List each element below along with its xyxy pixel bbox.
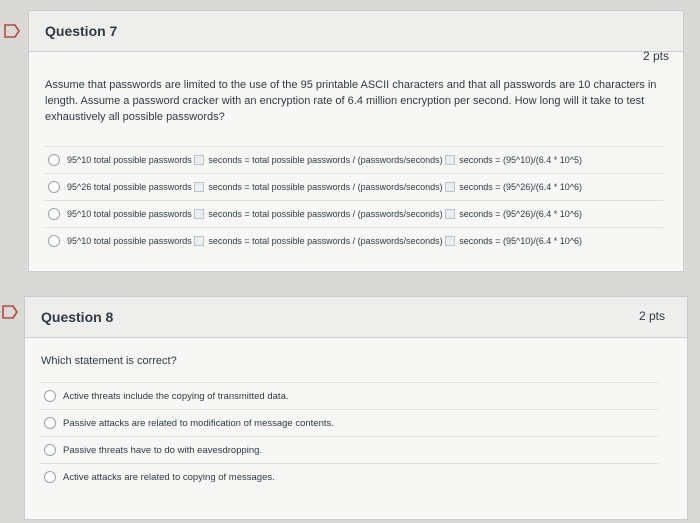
answer-text: 95^10 total possible passwords seconds =… xyxy=(67,154,582,166)
radio-button[interactable] xyxy=(48,181,60,193)
question-8-header: Question 8 2 pts xyxy=(25,297,687,338)
answer-option[interactable]: Passive threats have to do with eavesdro… xyxy=(39,436,659,463)
question-7-text: Assume that passwords are limited to the… xyxy=(45,79,657,123)
question-7-points: 2 pts xyxy=(642,49,669,63)
separator-icon xyxy=(193,236,204,247)
answer-text: Active attacks are related to copying of… xyxy=(63,471,275,483)
radio-button[interactable] xyxy=(48,235,60,247)
answer-option[interactable]: 95^10 total possible passwords seconds =… xyxy=(43,146,663,173)
question-8: Question 8 2 pts Which statement is corr… xyxy=(24,296,688,520)
separator-icon xyxy=(444,155,455,166)
radio-button[interactable] xyxy=(44,417,56,429)
answer-text: Active threats include the copying of tr… xyxy=(63,390,289,402)
flag-question-8-icon[interactable] xyxy=(2,305,20,319)
separator-icon xyxy=(444,182,455,193)
question-8-title: Question 8 xyxy=(41,309,114,325)
radio-button[interactable] xyxy=(48,154,60,166)
answer-option[interactable]: Active attacks are related to copying of… xyxy=(39,463,659,490)
radio-button[interactable] xyxy=(44,444,56,456)
question-8-text: Which statement is correct? xyxy=(41,355,177,367)
flag-question-7-icon[interactable] xyxy=(4,24,22,38)
question-7: Question 7 2 pts Assume that passwords a… xyxy=(28,10,684,272)
radio-button[interactable] xyxy=(44,471,56,483)
answer-text: Passive attacks are related to modificat… xyxy=(63,417,334,429)
separator-icon xyxy=(444,209,455,220)
radio-button[interactable] xyxy=(44,390,56,402)
answer-text: 95^10 total possible passwords seconds =… xyxy=(67,235,582,247)
answer-option[interactable]: 95^10 total possible passwords seconds =… xyxy=(43,200,663,227)
question-8-points: 2 pts xyxy=(638,309,665,323)
answer-text: 95^10 total possible passwords seconds =… xyxy=(67,208,582,220)
question-7-title: Question 7 xyxy=(45,23,118,39)
separator-icon xyxy=(193,182,204,193)
question-8-answers: Active threats include the copying of tr… xyxy=(39,382,659,490)
answer-option[interactable]: 95^10 total possible passwords seconds =… xyxy=(43,227,663,254)
separator-icon xyxy=(193,209,204,220)
radio-button[interactable] xyxy=(48,208,60,220)
separator-icon xyxy=(193,155,204,166)
answer-option[interactable]: 95^26 total possible passwords seconds =… xyxy=(43,173,663,200)
separator-icon xyxy=(444,236,455,247)
answer-text: 95^26 total possible passwords seconds =… xyxy=(67,181,582,193)
question-7-answers: 95^10 total possible passwords seconds =… xyxy=(43,146,663,254)
question-7-header: Question 7 xyxy=(29,11,683,52)
answer-text: Passive threats have to do with eavesdro… xyxy=(63,444,263,456)
answer-option[interactable]: Passive attacks are related to modificat… xyxy=(39,409,659,436)
answer-option[interactable]: Active threats include the copying of tr… xyxy=(39,382,659,409)
